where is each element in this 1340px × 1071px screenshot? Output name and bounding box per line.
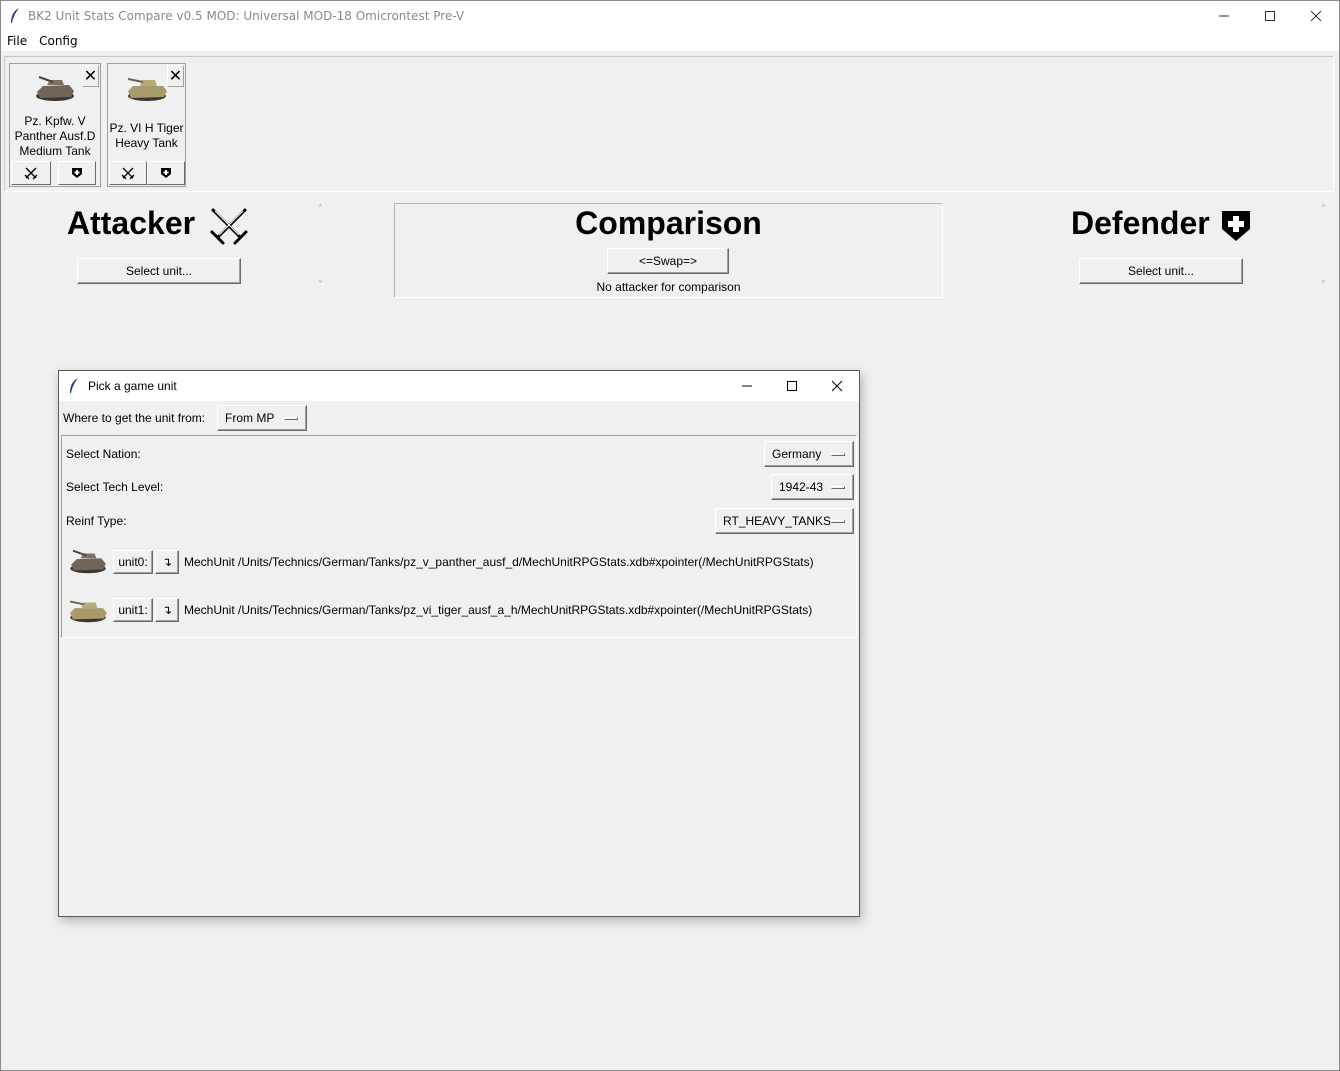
dialog-title: Pick a game unit <box>88 379 177 393</box>
title-bar: BK2 Unit Stats Compare v0.5 MOD: Univers… <box>1 1 1339 31</box>
unit1-pick-button[interactable]: ↴ <box>155 598 179 622</box>
card-label-line2: Heavy Tank <box>115 136 178 150</box>
card-label-line3: Medium Tank <box>19 144 91 158</box>
attacker-select-button[interactable]: Select unit... <box>77 258 241 284</box>
nation-select[interactable]: Germany <box>764 441 854 467</box>
tiger-tank-icon <box>70 600 107 623</box>
feather-app-icon <box>70 378 78 393</box>
close-button[interactable] <box>1293 1 1339 31</box>
set-defender-button[interactable] <box>58 161 96 185</box>
pick-unit-dialog: Pick a game unit Where to get the unit f… <box>58 370 860 917</box>
close-icon <box>831 380 842 392</box>
dialog-maximize-button[interactable] <box>769 371 814 401</box>
shield-plus-icon <box>1222 211 1250 241</box>
dropdown-indicator-icon <box>831 486 845 489</box>
dropdown-indicator-icon <box>831 520 845 523</box>
dropdown-indicator-icon <box>284 417 298 420</box>
nation-label: Select Nation: <box>66 447 141 461</box>
unit-tray: ✕ Pz. Kpfw. V Panther Ausf.D Medium Tank… <box>4 56 1334 192</box>
attacker-scroll-down[interactable]: ˅ <box>318 280 323 291</box>
maximize-icon <box>786 381 797 391</box>
reinf-label: Reinf Type: <box>66 514 127 528</box>
defender-title: Defender <box>1071 205 1210 241</box>
unit-card-panther[interactable]: ✕ Pz. Kpfw. V Panther Ausf.D Medium Tank <box>9 63 101 187</box>
menu-file[interactable]: File <box>1 34 33 48</box>
minimize-button[interactable] <box>1201 1 1247 31</box>
menu-config[interactable]: Config <box>33 34 84 48</box>
minimize-icon <box>1219 15 1229 17</box>
card-label-line1: Pz. Kpfw. V <box>24 114 86 128</box>
dialog-title-bar: Pick a game unit <box>59 371 859 401</box>
card-label-line2: Panther Ausf.D <box>14 129 96 143</box>
unit-card-tiger[interactable]: ✕ Pz. VI H Tiger Heavy Tank <box>107 63 186 187</box>
unit1-button[interactable]: unit1: <box>113 598 153 622</box>
swap-button[interactable]: <=Swap=> <box>607 248 729 274</box>
source-label: Where to get the unit from: <box>63 411 206 425</box>
close-icon <box>1310 10 1322 22</box>
comparison-title: Comparison <box>575 205 762 241</box>
window-title: BK2 Unit Stats Compare v0.5 MOD: Univers… <box>28 9 465 23</box>
attacker-title: Attacker <box>67 205 196 241</box>
defender-scroll-down[interactable]: ˅ <box>1321 280 1326 291</box>
crossed-swords-icon <box>210 208 248 245</box>
menu-bar: File Config <box>1 31 1339 51</box>
reinf-select[interactable]: RT_HEAVY_TANKS <box>715 508 854 534</box>
attacker-scroll-up[interactable]: ˄ <box>318 204 323 215</box>
tiger-tank-icon <box>127 78 167 101</box>
crossed-swords-icon <box>24 167 38 180</box>
set-defender-button[interactable] <box>147 161 185 185</box>
remove-card-button[interactable]: ✕ <box>82 65 99 87</box>
reinf-select-value: RT_HEAVY_TANKS <box>723 514 832 528</box>
unit0-button[interactable]: unit0: <box>113 550 153 574</box>
feather-app-icon <box>11 8 19 23</box>
tech-select-value: 1942-43 <box>779 480 824 494</box>
card-label-line1: Pz. VI H Tiger <box>109 121 184 135</box>
unit1-path: MechUnit /Units/Technics/German/Tanks/pz… <box>184 603 813 617</box>
dialog-minimize-button[interactable] <box>724 371 769 401</box>
tech-select[interactable]: 1942-43 <box>771 474 854 500</box>
shield-plus-icon <box>161 168 171 178</box>
unit0-pick-button[interactable]: ↴ <box>155 550 179 574</box>
minimize-icon <box>741 385 752 387</box>
source-select[interactable]: From MP <box>217 405 307 431</box>
defender-select-button[interactable]: Select unit... <box>1079 258 1243 284</box>
set-attacker-button[interactable] <box>109 161 147 185</box>
nation-select-value: Germany <box>772 447 822 461</box>
set-attacker-button[interactable] <box>11 161 51 185</box>
unit0-path: MechUnit /Units/Technics/German/Tanks/pz… <box>184 555 814 569</box>
maximize-button[interactable] <box>1247 1 1293 31</box>
source-select-value: From MP <box>225 411 275 425</box>
comparison-status: No attacker for comparison <box>596 280 741 294</box>
panther-tank-icon <box>36 76 74 101</box>
dialog-close-button[interactable] <box>814 371 859 401</box>
maximize-icon <box>1265 11 1275 21</box>
dropdown-indicator-icon <box>831 453 845 456</box>
panther-tank-icon <box>70 549 106 574</box>
tech-label: Select Tech Level: <box>66 480 164 494</box>
crossed-swords-icon <box>121 167 135 180</box>
remove-card-button[interactable]: ✕ <box>167 65 184 87</box>
shield-plus-icon <box>72 168 82 178</box>
defender-scroll-up[interactable]: ˄ <box>1321 204 1326 215</box>
